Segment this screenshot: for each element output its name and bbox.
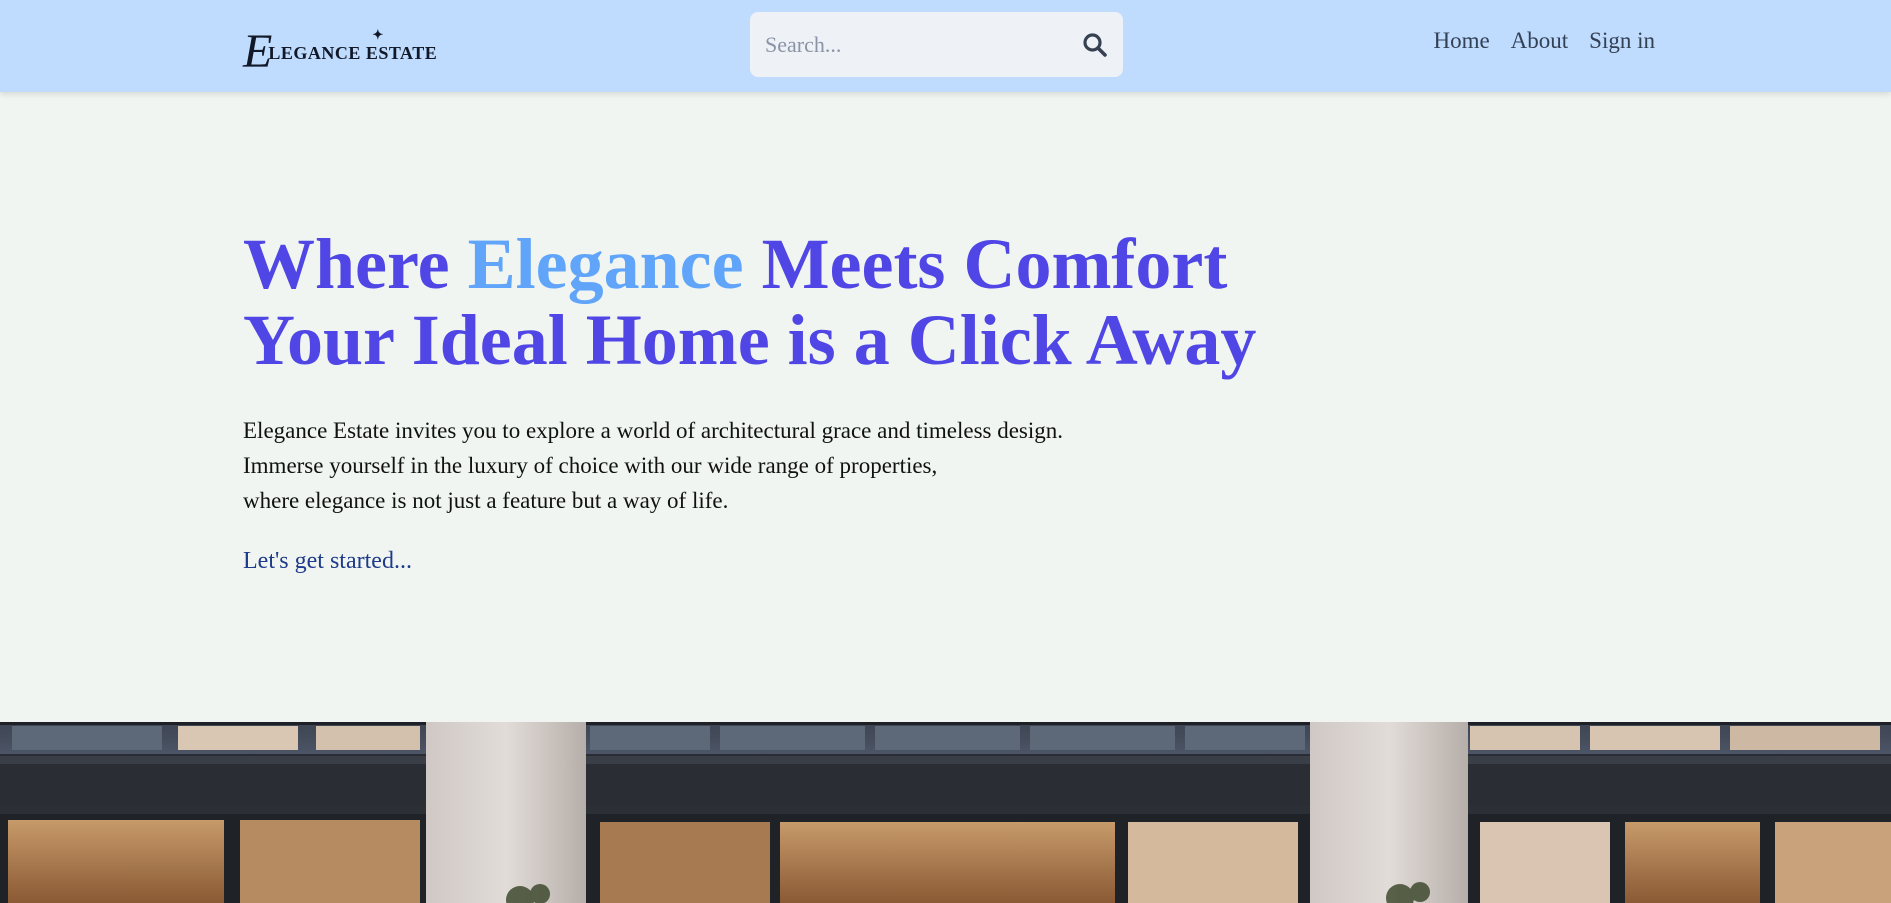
hero-title-line-1: Where Elegance Meets Comfort: [243, 226, 1256, 302]
hero-title-accent: Elegance: [467, 224, 744, 304]
hero-title-post: Meets Comfort: [743, 224, 1228, 304]
nav-home[interactable]: Home: [1433, 28, 1489, 54]
search-icon[interactable]: [1081, 31, 1109, 59]
hero-description-line: where elegance is not just a feature but…: [243, 488, 729, 513]
search-input[interactable]: [750, 12, 1050, 77]
get-started-link[interactable]: Let's get started...: [243, 548, 412, 575]
hero-title: Where Elegance Meets Comfort Your Ideal …: [243, 226, 1256, 378]
search-bar: [750, 12, 1123, 77]
nav-sign-in[interactable]: Sign in: [1589, 28, 1655, 54]
logo-text: LEGANCE ESTATE: [268, 43, 438, 63]
nav-about[interactable]: About: [1511, 28, 1569, 54]
hero-title-line-2: Your Ideal Home is a Click Away: [243, 300, 1257, 380]
main-nav: Home About Sign in: [1433, 28, 1655, 54]
logo[interactable]: E LEGANCE ESTATE ✦: [243, 20, 443, 76]
hero-title-pre: Where: [243, 224, 468, 304]
hero-description-line: Immerse yourself in the luxury of choice…: [243, 453, 938, 478]
hero-description: Elegance Estate invites you to explore a…: [243, 413, 1063, 518]
building-image: [0, 722, 1891, 903]
logo-text-wrapper: LEGANCE ESTATE ✦: [268, 27, 438, 70]
sparkle-icon: ✦: [372, 27, 384, 42]
hero-description-line: Elegance Estate invites you to explore a…: [243, 418, 1064, 443]
site-header: E LEGANCE ESTATE ✦ Home About Sign in: [0, 0, 1891, 92]
